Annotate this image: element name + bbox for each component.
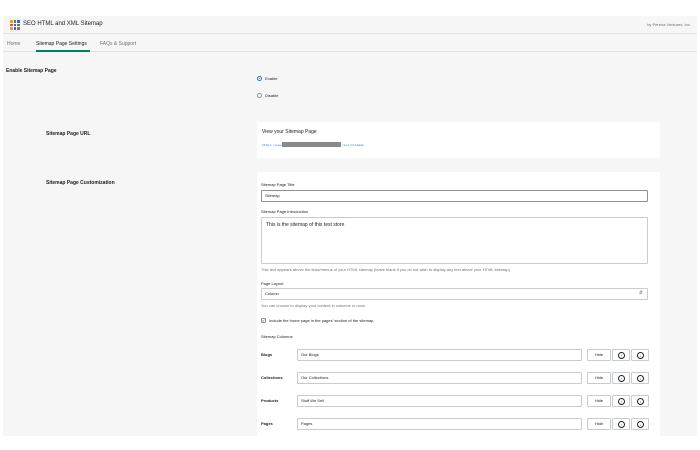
arrow-down-icon: ↓ — [637, 375, 644, 382]
column-title-input[interactable]: Our Collections — [297, 372, 582, 384]
redacted-domain — [282, 142, 341, 147]
intro-label: Sitemap Page Introduction — [261, 209, 309, 214]
intro-textarea[interactable]: This is the sitemap of this test store — [261, 217, 648, 264]
disable-radio[interactable] — [257, 93, 262, 98]
app-logo-icon — [10, 20, 20, 30]
customization-card: Sitemap Page Title Sitemap Sitemap Page … — [257, 172, 660, 436]
move-down-button[interactable]: ↓ — [631, 395, 649, 407]
tab-home[interactable]: Home — [7, 41, 20, 47]
move-down-button[interactable]: ↓ — [631, 372, 649, 384]
hide-button[interactable]: Hide — [587, 372, 611, 384]
arrow-up-icon: ↑ — [618, 375, 625, 382]
enable-radio[interactable] — [257, 76, 262, 81]
arrow-down-icon: ↓ — [637, 421, 644, 428]
move-up-button[interactable]: ↑ — [612, 395, 630, 407]
disable-radio-label: Disable — [265, 93, 279, 98]
app-byline: by Pereira Ventures, Inc. — [647, 22, 691, 27]
app-title: SEO HTML and XML Sitemap — [23, 21, 103, 27]
intro-help: This text appears above the links/menus … — [261, 267, 510, 272]
arrow-up-icon: ↑ — [618, 421, 625, 428]
column-title-input[interactable]: Our Blogs — [297, 349, 582, 361]
column-title-input[interactable]: Pages — [297, 418, 582, 430]
layout-help: You can choose to display your content i… — [261, 303, 367, 308]
url-card: View your Sitemap Page https://www. /a/s… — [257, 122, 660, 158]
move-up-button[interactable]: ↑ — [612, 349, 630, 361]
tab-bar: Home Sitemap Page Settings FAQs & Suppor… — [3, 34, 697, 52]
column-name: Collections — [261, 375, 283, 380]
columns-label: Sitemap Columns — [261, 334, 293, 339]
include-home-checkbox[interactable]: ✓ — [261, 318, 266, 323]
column-name: Pages — [261, 421, 273, 426]
column-name: Blogs — [261, 352, 273, 357]
arrow-down-icon: ↓ — [637, 398, 644, 405]
move-down-button[interactable]: ↓ — [631, 418, 649, 430]
page-title-input[interactable]: Sitemap — [261, 190, 648, 202]
column-title-input[interactable]: Stuff We Sell — [297, 395, 582, 407]
column-name: Products — [261, 398, 279, 403]
hide-button[interactable]: Hide — [587, 349, 611, 361]
arrow-up-icon: ↑ — [618, 352, 625, 359]
hide-button[interactable]: Hide — [587, 418, 611, 430]
move-down-button[interactable]: ↓ — [631, 349, 649, 361]
tab-faqs-support[interactable]: FAQs & Support — [100, 41, 136, 47]
include-home-label: Include the home page in the pages' sect… — [269, 318, 375, 323]
arrow-up-icon: ↑ — [618, 398, 625, 405]
main-content: Enable Sitemap Page Enable Disable Sitem… — [3, 52, 697, 436]
sitemap-url-suffix[interactable]: /a/s/sitemap — [342, 143, 364, 147]
customization-section-title: Sitemap Page Customization — [46, 180, 115, 186]
page-title-label: Sitemap Page Title — [261, 182, 295, 187]
url-section-title: Sitemap Page URL — [46, 131, 91, 137]
sitemap-url-prefix[interactable]: https://www. — [262, 143, 284, 147]
hide-button[interactable]: Hide — [587, 395, 611, 407]
tab-sitemap-page-settings[interactable]: Sitemap Page Settings — [36, 41, 87, 47]
enable-section-title: Enable Sitemap Page — [6, 68, 57, 74]
layout-select-value: Column — [265, 291, 279, 296]
move-up-button[interactable]: ↑ — [612, 418, 630, 430]
move-up-button[interactable]: ↑ — [612, 372, 630, 384]
select-chevron-icon: ⇵ — [638, 290, 643, 296]
enable-radio-label: Enable — [265, 76, 278, 81]
app-header: SEO HTML and XML Sitemap by Pereira Vent… — [3, 16, 697, 34]
url-card-title: View your Sitemap Page — [262, 129, 317, 135]
layout-label: Page Layout — [261, 281, 284, 286]
layout-select[interactable]: Column ⇵ — [261, 288, 648, 300]
arrow-down-icon: ↓ — [637, 352, 644, 359]
